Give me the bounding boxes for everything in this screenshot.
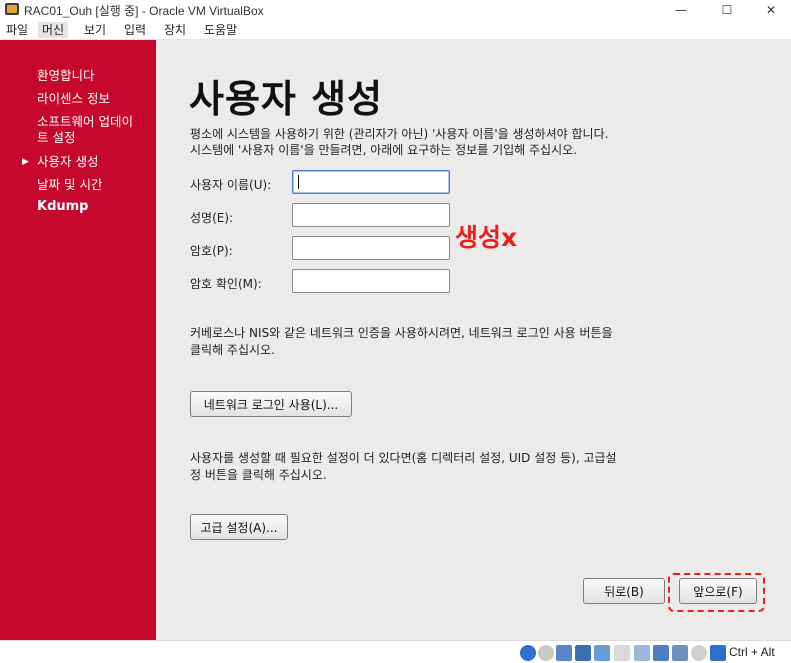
sidebar-item-date-time: 날짜 및 시간: [37, 177, 103, 192]
advanced-text-line1: 사용자를 생성할 때 필요한 설정이 더 있다면(홈 디렉터리 설정, UID …: [190, 451, 617, 465]
sidebar-item-license: 라이센스 정보: [37, 91, 110, 106]
password-input[interactable]: [292, 236, 450, 260]
sidebar-item-welcome: 환영합니다: [37, 68, 95, 83]
minimize-button[interactable]: —: [659, 0, 703, 20]
menu-bar: 파일 머신 보기 입력 장치 도움말: [0, 20, 791, 40]
create-user-page: 사용자 생성 평소에 시스템을 사용하기 위한 (관리자가 아닌) '사용자 이…: [156, 40, 791, 640]
fullname-label: 성명(E):: [190, 211, 234, 225]
menu-help[interactable]: 도움말: [200, 22, 241, 38]
fullname-input[interactable]: [292, 203, 450, 227]
menu-file[interactable]: 파일: [2, 22, 32, 38]
vm-display[interactable]: 환영합니다 라이센스 정보 소프트웨어 업데이트 설정 ▶ 사용자 생성 날짜 …: [0, 40, 791, 640]
usb-icon[interactable]: [594, 645, 610, 661]
menu-machine[interactable]: 머신: [38, 22, 69, 38]
annotation-highlight-box: [668, 573, 765, 612]
shared-folders-icon[interactable]: [614, 645, 630, 661]
keyboard-capture-icon[interactable]: [710, 645, 726, 661]
host-key-label: Ctrl + Alt: [729, 645, 775, 659]
intro-text-line1: 평소에 시스템을 사용하기 위한 (관리자가 아닌) '사용자 이름'을 생성하…: [190, 127, 609, 141]
current-step-arrow-icon: ▶: [22, 157, 29, 167]
window-title: RAC01_Ouh [실행 중] - Oracle VM VirtualBox: [24, 4, 264, 18]
sidebar-item-create-user: 사용자 생성: [37, 154, 99, 169]
network-text-line2: 클릭해 주십시오.: [190, 343, 275, 357]
title-bar: RAC01_Ouh [실행 중] - Oracle VM VirtualBox …: [0, 0, 791, 20]
password-label: 암호(P):: [190, 244, 233, 258]
menu-devices[interactable]: 장치: [160, 22, 190, 38]
optical-drive-icon[interactable]: [538, 645, 554, 661]
page-title: 사용자 생성: [189, 77, 384, 121]
sidebar-item-software-update: 소프트웨어 업데이트 설정: [37, 114, 133, 145]
virtualization-icon[interactable]: [672, 645, 688, 661]
audio-icon[interactable]: [556, 645, 572, 661]
text-caret: [298, 175, 299, 189]
recording-icon[interactable]: [653, 645, 669, 661]
display-icon[interactable]: [634, 645, 650, 661]
status-bar: Ctrl + Alt: [0, 640, 791, 663]
hard-disk-icon[interactable]: [520, 645, 536, 661]
advanced-text-line2: 정 버튼을 클릭해 주십시오.: [190, 468, 327, 482]
advanced-settings-button[interactable]: 고급 설정(A)...: [190, 514, 288, 540]
username-label: 사용자 이름(U):: [190, 178, 272, 192]
mouse-integration-icon[interactable]: [691, 645, 707, 661]
network-text-line1: 커베로스나 NIS와 같은 네트워크 인증을 사용하시려면, 네트워크 로그인 …: [190, 326, 613, 340]
virtualbox-app-icon: [5, 3, 19, 15]
menu-input[interactable]: 입력: [120, 22, 150, 38]
firstboot-sidebar: 환영합니다 라이센스 정보 소프트웨어 업데이트 설정 ▶ 사용자 생성 날짜 …: [0, 40, 156, 640]
back-button[interactable]: 뒤로(B): [583, 578, 665, 604]
confirm-password-input[interactable]: [292, 269, 450, 293]
annotation-no-create: 생성x: [455, 223, 518, 252]
network-icon[interactable]: [575, 645, 591, 661]
confirm-password-label: 암호 확인(M):: [190, 277, 262, 291]
sidebar-item-kdump: Kdump: [37, 199, 89, 214]
close-button[interactable]: ✕: [749, 0, 791, 20]
menu-view[interactable]: 보기: [80, 22, 110, 38]
username-input[interactable]: [292, 170, 450, 194]
intro-text-line2: 시스템에 '사용자 이름'을 만들려면, 아래에 요구하는 정보를 기입해 주십…: [190, 143, 577, 157]
network-login-button[interactable]: 네트워크 로그인 사용(L)...: [190, 391, 352, 417]
maximize-button[interactable]: ☐: [705, 0, 749, 20]
